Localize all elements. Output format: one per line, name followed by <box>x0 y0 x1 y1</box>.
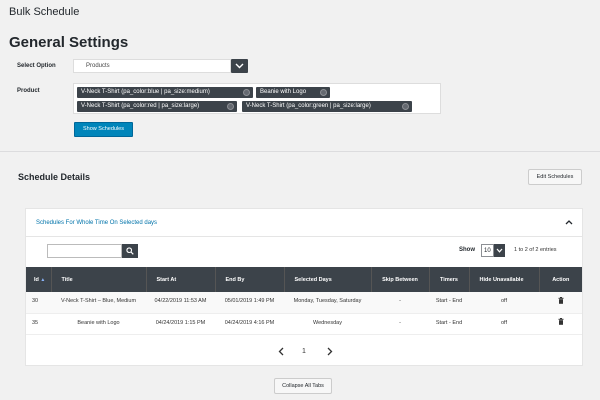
product-chip[interactable]: Beanie with Logo <box>256 87 330 98</box>
show-entries-select[interactable]: 10 <box>481 244 494 257</box>
panel-header[interactable]: Schedules For Whole Time On Selected day… <box>26 209 582 237</box>
product-chip[interactable]: V-Neck T-Shirt (pa_color:green | pa_size… <box>242 101 412 112</box>
chevron-left-icon[interactable] <box>278 347 284 356</box>
product-chip-label: V-Neck T-Shirt (pa_color:green | pa_size… <box>246 103 371 109</box>
chevron-down-icon <box>235 63 244 69</box>
cell-title: Beanie with Logo <box>51 313 146 335</box>
cell-hide: off <box>469 313 539 335</box>
cell-id: 30 <box>26 292 51 314</box>
table-row: 30 V-Neck T-Shirt – Blue, Medium 04/22/2… <box>26 292 582 314</box>
product-chip[interactable]: V-Neck T-Shirt (pa_color:blue | pa_size:… <box>77 87 253 98</box>
column-header-days[interactable]: Selected Days <box>284 267 372 292</box>
cell-end: 05/01/2019 1:49 PM <box>215 292 284 314</box>
product-multiselect[interactable]: V-Neck T-Shirt (pa_color:blue | pa_size:… <box>73 83 441 114</box>
edit-schedules-button[interactable]: Edit Schedules <box>528 169 582 185</box>
chevron-up-icon[interactable] <box>565 219 573 225</box>
schedule-table: Id ▲ Title Start At End By Selected Days… <box>26 267 582 335</box>
column-header-start[interactable]: Start At <box>146 267 216 292</box>
product-label: Product <box>17 88 40 94</box>
column-header-title[interactable]: Title <box>51 267 147 292</box>
cell-action <box>539 292 582 314</box>
schedule-details-title: Schedule Details <box>18 172 91 182</box>
remove-chip-icon[interactable] <box>320 89 327 96</box>
cell-start: 04/24/2019 1:15 PM <box>146 313 215 335</box>
page-number[interactable]: 1 <box>302 348 306 355</box>
table-row: 35 Beanie with Logo 04/24/2019 1:15 PM 0… <box>26 313 582 335</box>
column-header-id[interactable]: Id ▲ <box>26 267 52 292</box>
search-icon <box>126 247 134 255</box>
panel-title[interactable]: Schedules For Whole Time On Selected day… <box>36 220 157 226</box>
section-title: General Settings <box>9 34 129 51</box>
chevron-down-icon <box>496 248 503 253</box>
select-option-dropdown[interactable]: Products <box>73 59 231 73</box>
show-entries-label: Show <box>459 247 475 253</box>
pagination: 1 <box>26 347 582 359</box>
show-entries-toggle[interactable] <box>494 244 505 257</box>
sort-asc-icon: ▲ <box>40 276 46 283</box>
product-chip-label: V-Neck T-Shirt (pa_color:blue | pa_size:… <box>81 89 210 95</box>
cell-skip: - <box>371 313 429 335</box>
column-header-timers[interactable]: Timers <box>429 267 470 292</box>
column-header-skip[interactable]: Skip Between <box>371 267 430 292</box>
page-title: Bulk Schedule <box>9 6 80 18</box>
cell-timers: Start - End <box>429 313 469 335</box>
cell-end: 04/24/2019 4:16 PM <box>215 313 284 335</box>
chevron-right-icon[interactable] <box>327 347 333 356</box>
cell-title: V-Neck T-Shirt – Blue, Medium <box>51 292 146 314</box>
product-chip[interactable]: V-Neck T-Shirt (pa_color:red | pa_size:l… <box>77 101 237 112</box>
show-schedules-button[interactable]: Show Schedules <box>74 122 133 137</box>
trash-icon[interactable] <box>558 296 564 304</box>
section-divider <box>0 151 600 152</box>
remove-chip-icon[interactable] <box>227 103 234 110</box>
trash-icon[interactable] <box>558 318 564 325</box>
cell-start: 04/22/2019 11:53 AM <box>146 292 215 314</box>
cell-skip: - <box>371 292 429 314</box>
cell-action <box>539 313 582 335</box>
product-chip-label: Beanie with Logo <box>260 89 307 95</box>
search-input[interactable] <box>47 244 122 258</box>
collapse-all-tabs-button[interactable]: Collapse All Tabs <box>274 378 332 394</box>
cell-days: Wednesday <box>284 313 371 335</box>
entries-info: 1 to 2 of 2 entries <box>514 247 557 253</box>
select-option-toggle[interactable] <box>231 59 248 73</box>
column-header-action: Action <box>539 267 582 292</box>
schedule-panel: Schedules For Whole Time On Selected day… <box>25 208 583 366</box>
cell-hide: off <box>469 292 539 314</box>
product-chip-label: V-Neck T-Shirt (pa_color:red | pa_size:l… <box>81 103 200 109</box>
cell-id: 35 <box>26 313 51 335</box>
column-header-hide[interactable]: Hide Unavailable <box>469 267 540 292</box>
search-button[interactable] <box>122 244 138 258</box>
remove-chip-icon[interactable] <box>402 103 409 110</box>
cell-days: Monday, Tuesday, Saturday <box>284 292 371 314</box>
cell-timers: Start - End <box>429 292 469 314</box>
table-header-row: Id ▲ Title Start At End By Selected Days… <box>26 267 582 292</box>
column-header-end[interactable]: End By <box>215 267 285 292</box>
remove-chip-icon[interactable] <box>243 89 250 96</box>
select-option-label: Select Option <box>17 63 56 69</box>
